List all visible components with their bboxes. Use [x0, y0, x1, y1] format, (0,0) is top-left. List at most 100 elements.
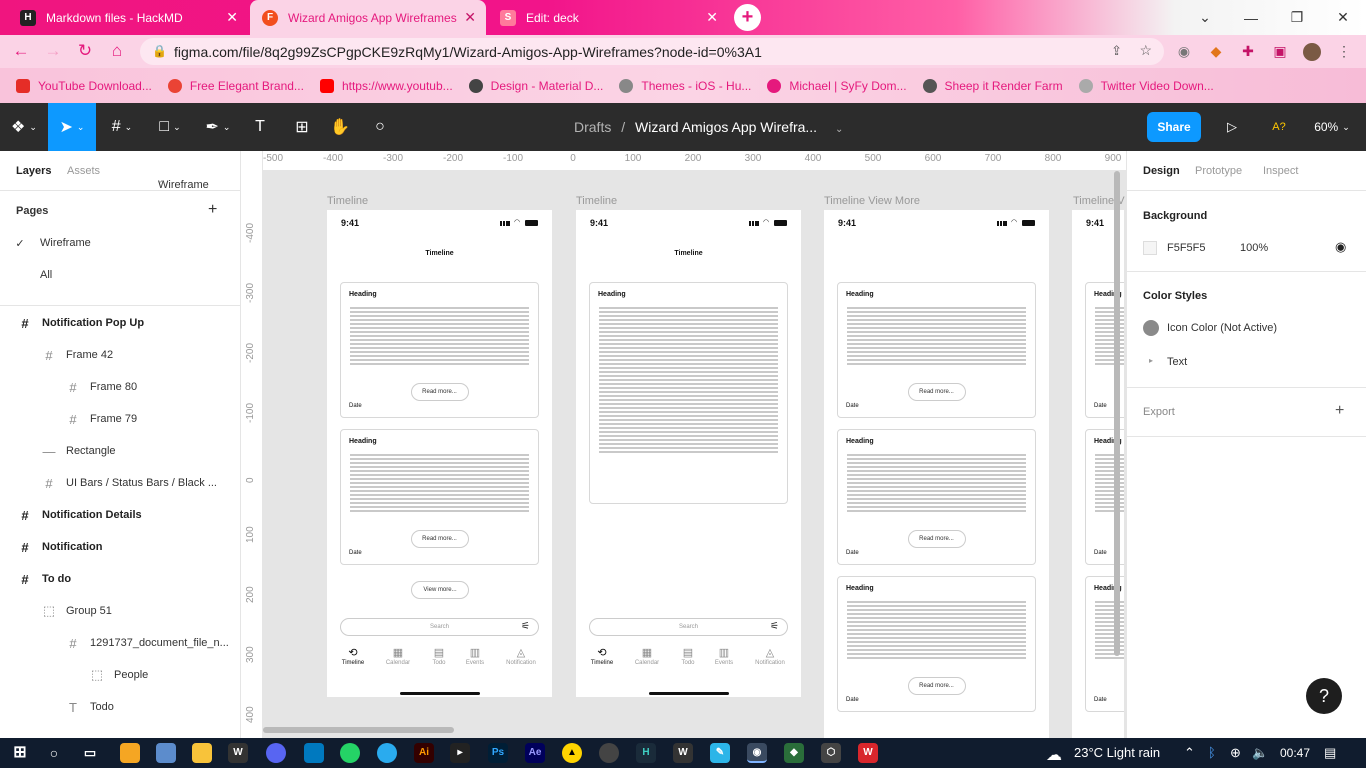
read-more-button[interactable]: Read more...	[410, 383, 469, 401]
clock-text[interactable]: 00:47	[1280, 746, 1310, 760]
bookmark-item[interactable]: https://www.youtub...	[319, 78, 453, 93]
tab-inspect[interactable]: Inspect	[1263, 165, 1298, 177]
eye-icon[interactable]: ◉	[1335, 239, 1346, 255]
close-tab-icon[interactable]: ✕	[464, 9, 476, 26]
crumb-parent[interactable]: Drafts	[574, 119, 611, 135]
back-icon[interactable]: ←	[10, 41, 32, 61]
after-effects-icon[interactable]: Ae	[525, 743, 545, 763]
bookmark-item[interactable]: Twitter Video Down...	[1078, 78, 1214, 93]
extensions-puzzle-icon[interactable]: ✚	[1239, 43, 1257, 61]
shape-tool-icon[interactable]: □ ⌄	[148, 103, 192, 151]
app-icon[interactable]: ▲	[562, 743, 582, 763]
whatsapp-icon[interactable]	[340, 743, 360, 763]
text-tool-icon[interactable]: T	[244, 103, 276, 151]
frame-tool-icon[interactable]: # ⌄	[100, 103, 144, 151]
phone-frame[interactable]: 9:41 ◠ Timeline Heading Read more... Date Head…	[327, 210, 552, 697]
telegram-icon[interactable]	[377, 743, 397, 763]
weather-text[interactable]: 23°C Light rain	[1074, 745, 1160, 760]
layer-item[interactable]: # To do	[0, 563, 240, 595]
tab-layers[interactable]: Layers	[16, 165, 51, 177]
background-opacity[interactable]: 100%	[1240, 242, 1268, 254]
nav-item-events[interactable]: ▥ Events	[706, 646, 742, 666]
horizontal-scrollbar[interactable]	[263, 727, 454, 733]
photoshop-icon[interactable]: Ps	[488, 743, 508, 763]
file-name[interactable]: Wizard Amigos App Wirefra...	[635, 119, 817, 135]
phone-frame[interactable]: 9:41 ◠ Timeline Heading Search ⚟ ⟲ Timeline ▦ Cal…	[576, 210, 801, 697]
nav-item-notification[interactable]: ◬ Notification	[503, 646, 539, 666]
frame-label[interactable]: Timeline	[327, 195, 368, 207]
share-page-icon[interactable]: ⇪	[1111, 43, 1122, 59]
obs-icon[interactable]	[599, 743, 619, 763]
app-icon[interactable]: W	[228, 743, 248, 763]
app-icon[interactable]: H	[636, 743, 656, 763]
layer-item[interactable]: # Frame 79	[0, 403, 240, 435]
frame-label[interactable]: Timeline	[576, 195, 617, 207]
bookmark-item[interactable]: Sheep it Render Farm	[922, 78, 1063, 93]
photos-icon[interactable]	[156, 743, 176, 763]
nav-item-calendar[interactable]: ▦ Calendar	[629, 646, 665, 666]
volume-icon[interactable]: 🔈	[1252, 745, 1268, 761]
layer-item[interactable]: # Frame 80	[0, 371, 240, 403]
app-icon[interactable]: ⬡	[821, 743, 841, 763]
layer-item[interactable]: ⬚ Group 51	[0, 595, 240, 627]
menu-kebab-icon[interactable]: ⋮	[1335, 43, 1353, 61]
tab-prototype[interactable]: Prototype	[1195, 165, 1242, 177]
terminal-icon[interactable]: ▸	[450, 743, 470, 763]
tab-design[interactable]: Design	[1143, 165, 1180, 177]
trello-icon[interactable]	[304, 743, 324, 763]
illustrator-icon[interactable]: Ai	[414, 743, 434, 763]
close-tab-icon[interactable]: ✕	[706, 9, 718, 26]
chrome-icon[interactable]: ◉	[747, 743, 767, 763]
nav-item-calendar[interactable]: ▦ Calendar	[380, 646, 416, 666]
close-window-button[interactable]: ✕	[1320, 0, 1366, 35]
hand-tool-icon[interactable]: ✋	[324, 103, 356, 151]
content-card[interactable]: Heading Read more... Date	[837, 282, 1036, 418]
content-card[interactable]: Heading Read more... Date	[837, 429, 1036, 565]
bookmark-item[interactable]: Michael | SyFy Dom...	[767, 78, 907, 93]
resources-icon[interactable]: ⊞	[286, 103, 318, 151]
add-page-icon[interactable]: +	[208, 201, 217, 219]
phone-frame[interactable]: 9:41 ◠ Heading Read more... Date Heading Read …	[824, 210, 1049, 738]
style-text-group[interactable]: Text	[1167, 356, 1187, 368]
task-view-icon[interactable]: ▭	[80, 743, 100, 763]
layer-item[interactable]: #1291737_document_file_n...	[0, 627, 240, 659]
nav-item-timeline[interactable]: ⟲ Timeline	[335, 646, 371, 666]
bookmark-item[interactable]: Themes - iOS - Hu...	[619, 78, 751, 93]
bookmark-item[interactable]: Free Elegant Brand...	[167, 78, 304, 93]
sticky-notes-icon[interactable]	[120, 743, 140, 763]
reload-icon[interactable]: ↻	[74, 41, 96, 61]
chevron-down-icon[interactable]: ⌄	[835, 124, 843, 135]
content-card[interactable]: Heading	[589, 282, 788, 504]
bookmark-item[interactable]: YouTube Download...	[16, 78, 152, 93]
sidepanel-icon[interactable]: ▣	[1271, 43, 1289, 61]
app-icon[interactable]: ◆	[784, 743, 804, 763]
accessibility-check-icon[interactable]: A?	[1266, 103, 1292, 151]
style-icon-color[interactable]: Icon Color (Not Active)	[1167, 322, 1277, 334]
forward-icon[interactable]: →	[42, 41, 64, 61]
nav-item-timeline[interactable]: ⟲ Timeline	[584, 646, 620, 666]
search-field[interactable]: Search ⚟	[589, 618, 788, 636]
layer-item[interactable]: T Todo	[0, 691, 240, 723]
pen-tool-icon[interactable]: ✒ ⌄	[196, 103, 240, 151]
layer-item[interactable]: # UI Bars / Status Bars / Black ...	[0, 467, 240, 499]
tab-hackmd[interactable]: H Markdown files - HackMD ✕	[8, 0, 248, 35]
language-icon[interactable]: ⊕	[1230, 745, 1241, 761]
layer-item[interactable]: ⬚ People	[0, 659, 240, 691]
layer-item[interactable]: # Notification	[0, 531, 240, 563]
figma-main-menu-icon[interactable]: ❖ ⌄	[4, 103, 44, 151]
chevron-right-icon[interactable]: ▸	[1149, 356, 1153, 365]
metamask-icon[interactable]: ◆	[1207, 43, 1225, 61]
nav-item-todo[interactable]: ▤ Todo	[670, 646, 706, 666]
search-icon[interactable]: ○	[44, 743, 64, 763]
file-explorer-icon[interactable]	[192, 743, 212, 763]
windows-start-icon[interactable]: ⊞	[10, 743, 30, 763]
read-more-button[interactable]: Read more...	[410, 530, 469, 548]
new-tab-button[interactable]: +	[734, 4, 761, 31]
camera-extension-icon[interactable]: ◉	[1175, 43, 1193, 61]
content-card[interactable]: Heading Read more... Date	[340, 429, 539, 565]
layer-item[interactable]: # Notification Pop Up	[0, 307, 240, 339]
comment-tool-icon[interactable]: ○	[364, 103, 396, 151]
design-canvas[interactable]: -500 -400 -300 -200 -100 0 100 200 300 400 500 600 7…	[241, 151, 1126, 738]
wps-icon[interactable]: W	[858, 743, 878, 763]
layer-item[interactable]: # Notification Details	[0, 499, 240, 531]
